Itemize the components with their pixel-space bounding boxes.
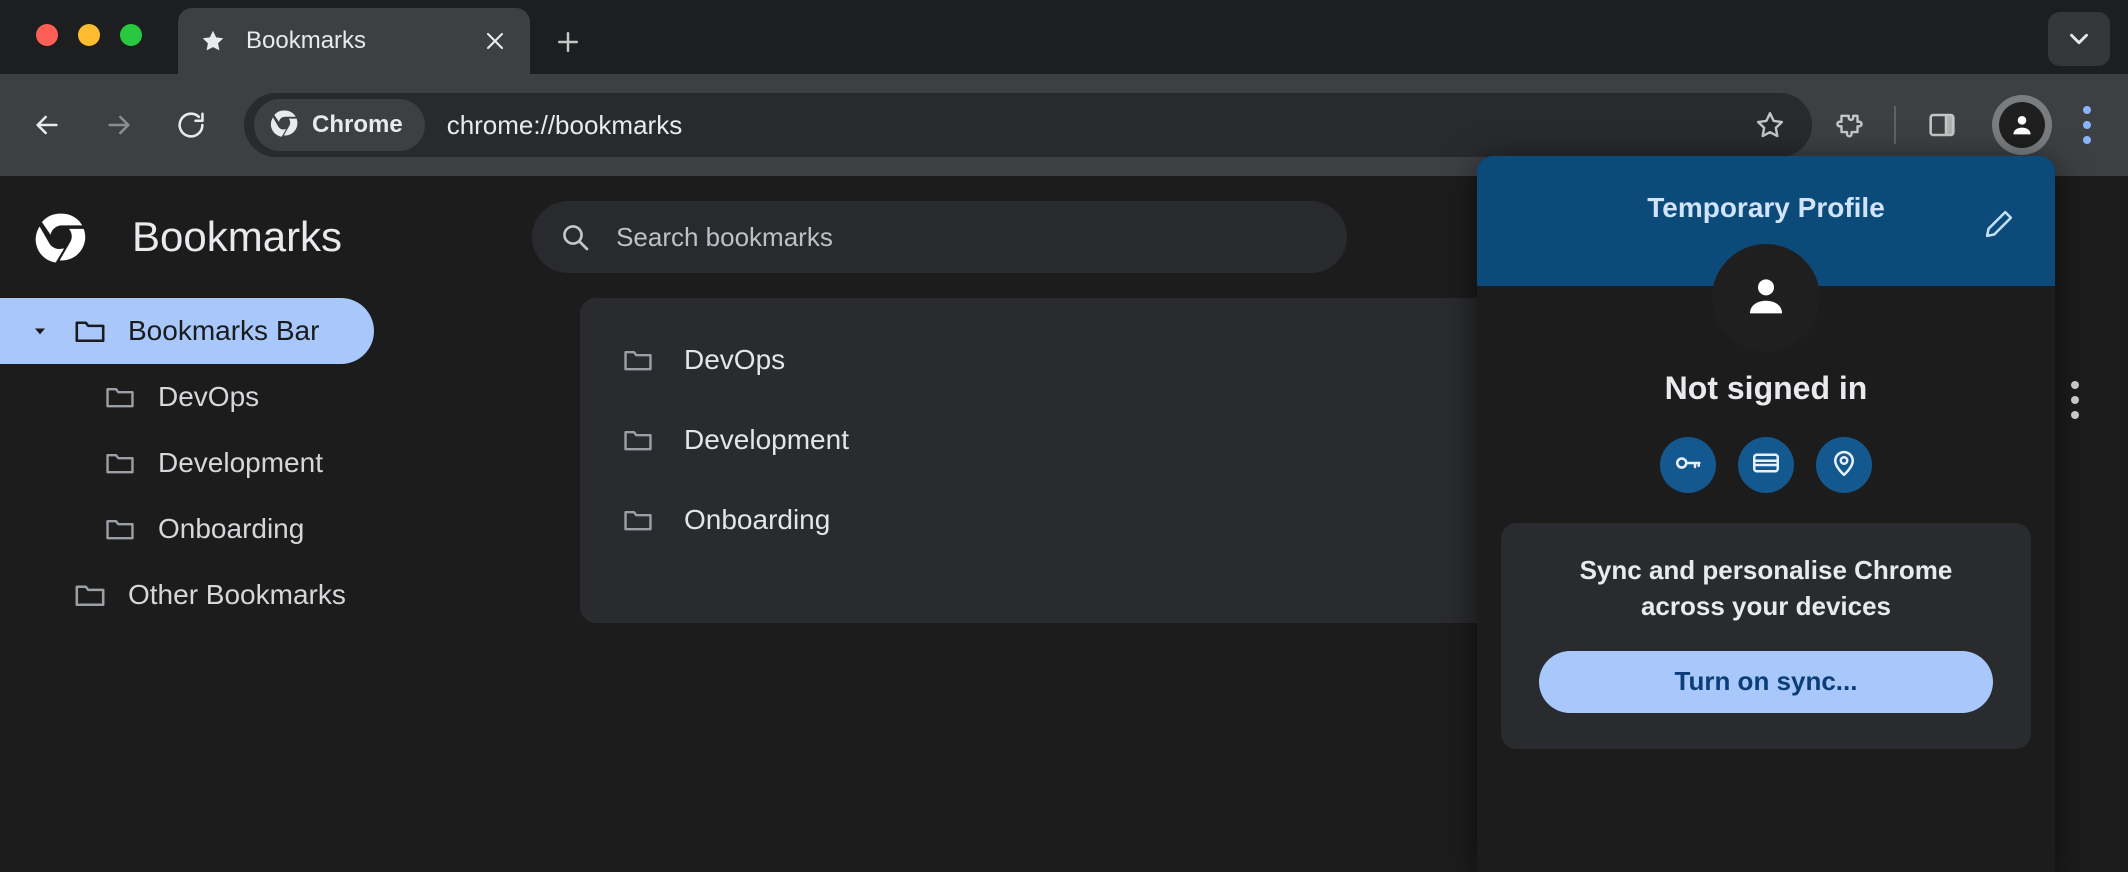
folder-icon bbox=[102, 445, 138, 481]
sync-promo-card: Sync and personalise Chrome across your … bbox=[1501, 523, 2031, 749]
folder-icon bbox=[102, 379, 138, 415]
sidebar-item-label: Onboarding bbox=[158, 513, 305, 544]
key-icon bbox=[1673, 448, 1703, 483]
sidebar-item-onboarding[interactable]: Onboarding bbox=[0, 496, 580, 562]
sidebar-item-devops[interactable]: DevOps bbox=[0, 364, 580, 430]
sync-promo-text: Sync and personalise Chrome across your … bbox=[1579, 555, 1953, 621]
tab-search-chevron-down-icon[interactable] bbox=[2048, 12, 2110, 66]
profile-menu-panel: Temporary Profile Not signed in Sync and… bbox=[1477, 156, 2055, 872]
folder-icon bbox=[620, 422, 656, 458]
sidebar-item-bookmarks-bar[interactable]: Bookmarks Bar bbox=[0, 298, 374, 364]
chrome-chip-label: Chrome bbox=[312, 111, 403, 138]
toolbar-divider bbox=[1894, 106, 1896, 144]
profile-quick-actions bbox=[1477, 437, 2055, 493]
tab-strip: Bookmarks bbox=[0, 0, 2128, 74]
folder-icon bbox=[72, 577, 108, 613]
sidebar-item-label: DevOps bbox=[158, 381, 260, 412]
location-pin-icon bbox=[1829, 448, 1859, 483]
person-icon bbox=[1999, 102, 2045, 148]
passwords-button[interactable] bbox=[1660, 437, 1716, 493]
tab-title: Bookmarks bbox=[246, 27, 367, 54]
chrome-logo-icon bbox=[34, 209, 90, 265]
profile-avatar bbox=[1712, 244, 1820, 352]
new-tab-button[interactable] bbox=[548, 22, 588, 62]
omnibox-url-text: chrome://bookmarks bbox=[446, 109, 683, 140]
back-button[interactable] bbox=[20, 98, 74, 152]
bookmarks-page-three-dot-menu-icon[interactable] bbox=[2050, 372, 2100, 428]
credit-card-icon bbox=[1751, 448, 1781, 483]
star-icon bbox=[200, 28, 226, 54]
bookmark-star-icon[interactable] bbox=[1742, 97, 1798, 153]
reload-button[interactable] bbox=[164, 98, 218, 152]
sidebar-item-label: Development bbox=[158, 447, 323, 478]
list-item-label: Onboarding bbox=[684, 504, 831, 535]
tab-bookmarks[interactable]: Bookmarks bbox=[178, 8, 530, 74]
puzzle-piece-icon[interactable] bbox=[1820, 97, 1876, 153]
payment-methods-button[interactable] bbox=[1738, 437, 1794, 493]
window-zoom-button[interactable] bbox=[120, 24, 142, 46]
window-minimize-button[interactable] bbox=[78, 24, 100, 46]
person-icon bbox=[1740, 270, 1792, 327]
sidebar-item-label: Bookmarks Bar bbox=[128, 315, 320, 346]
page-title: Bookmarks bbox=[132, 213, 343, 260]
sidebar-item-development[interactable]: Development bbox=[0, 430, 580, 496]
list-item-label: DevOps bbox=[684, 344, 786, 375]
close-icon[interactable] bbox=[478, 24, 512, 58]
browser-window: Bookmarks Chrome chrome://bookmarks Book… bbox=[0, 0, 2128, 872]
chrome-logo-icon bbox=[270, 108, 300, 143]
window-traffic-lights bbox=[36, 24, 142, 46]
profile-avatar-button[interactable] bbox=[1992, 95, 2052, 155]
omnibox-chrome-chip: Chrome bbox=[254, 99, 425, 151]
search-bookmarks-field[interactable]: Search bookmarks bbox=[532, 201, 1348, 273]
sidebar-item-label: Other Bookmarks bbox=[128, 579, 346, 610]
pencil-edit-icon[interactable] bbox=[1977, 202, 2021, 246]
bookmarks-sidebar: Bookmarks Bar DevOps Development Onboard… bbox=[0, 298, 580, 872]
folder-icon bbox=[620, 342, 656, 378]
forward-button[interactable] bbox=[92, 98, 146, 152]
omnibox[interactable]: Chrome chrome://bookmarks bbox=[244, 93, 1812, 157]
folder-icon bbox=[620, 502, 656, 538]
list-item-label: Development bbox=[684, 424, 849, 455]
search-input-placeholder: Search bookmarks bbox=[616, 221, 833, 252]
folder-icon bbox=[72, 313, 108, 349]
search-icon bbox=[558, 220, 592, 254]
window-close-button[interactable] bbox=[36, 24, 58, 46]
addresses-button[interactable] bbox=[1816, 437, 1872, 493]
browser-menu-three-dot-menu-icon[interactable] bbox=[2062, 97, 2112, 153]
chevron-down-icon[interactable] bbox=[26, 321, 54, 341]
turn-on-sync-button[interactable]: Turn on sync... bbox=[1539, 650, 1993, 713]
side-panel-icon[interactable] bbox=[1914, 97, 1970, 153]
profile-name: Temporary Profile bbox=[1647, 192, 1885, 223]
folder-icon bbox=[102, 511, 138, 547]
sidebar-item-other-bookmarks[interactable]: Other Bookmarks bbox=[0, 562, 580, 628]
sign-in-status: Not signed in bbox=[1664, 370, 1868, 406]
toolbar-actions bbox=[1812, 95, 2128, 155]
